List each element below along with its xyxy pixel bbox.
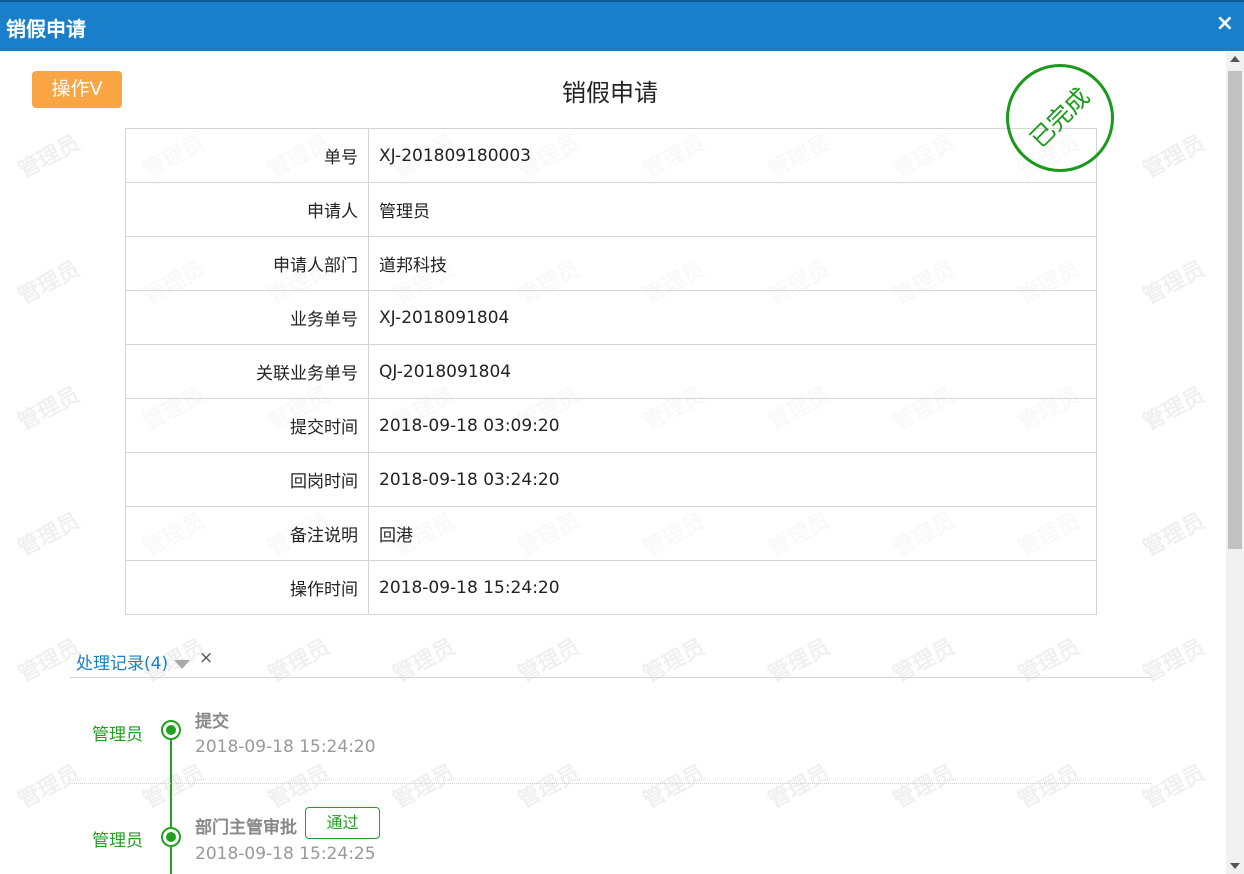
watermark-text: 管理员	[14, 634, 85, 688]
watermark-text: 管理员	[389, 634, 460, 688]
watermark-text: 管理员	[264, 634, 335, 688]
table-row: 操作时间 2018-09-18 15:24:20	[125, 560, 1097, 615]
watermark-text: 管理员	[14, 382, 85, 436]
records-toggle[interactable]: 处理记录(4)	[76, 649, 191, 674]
watermark-text: 管理员	[514, 634, 585, 688]
table-row: 备注说明 回港	[125, 506, 1097, 561]
field-value: XJ-201809180003	[368, 128, 1097, 183]
watermark-text: 管理员	[264, 760, 335, 814]
watermark-text: 管理员	[764, 634, 835, 688]
scroll-down-icon[interactable]	[1230, 863, 1240, 869]
watermark-text: 管理员	[1014, 634, 1085, 688]
approved-badge: 通过	[305, 807, 380, 839]
records-close-icon[interactable]: ×	[199, 648, 213, 668]
record-action: 部门主管审批	[195, 818, 297, 838]
vertical-scrollbar[interactable]	[1226, 51, 1244, 874]
table-row: 业务单号 XJ-2018091804	[125, 290, 1097, 345]
watermark-text: 管理员	[14, 256, 85, 310]
window-title: 销假申请	[6, 17, 86, 41]
timeline-dot-icon	[161, 827, 181, 847]
info-table: 单号 XJ-201809180003 申请人 管理员 申请人部门 道邦科技 业务…	[125, 128, 1097, 615]
table-row: 回岗时间 2018-09-18 03:24:20	[125, 452, 1097, 507]
watermark-text: 管理员	[764, 760, 835, 814]
field-value: 2018-09-18 03:09:20	[368, 398, 1097, 453]
watermark-text: 管理员	[639, 634, 710, 688]
field-value: 管理员	[368, 182, 1097, 237]
watermark-text: 管理员	[1139, 382, 1210, 436]
timeline-dot-icon	[161, 720, 181, 740]
scrollbar-thumb[interactable]	[1228, 71, 1242, 549]
field-label: 回岗时间	[125, 452, 369, 507]
watermark-text: 管理员	[1139, 634, 1210, 688]
watermark-text: 管理员	[139, 760, 210, 814]
window-titlebar: 销假申请 ×	[0, 0, 1244, 51]
record-time: 2018-09-18 15:24:20	[195, 737, 376, 757]
table-row: 申请人部门 道邦科技	[125, 236, 1097, 291]
field-label: 业务单号	[125, 290, 369, 345]
scroll-up-icon[interactable]	[1230, 56, 1240, 62]
watermark-text: 管理员	[14, 508, 85, 562]
table-row: 提交时间 2018-09-18 03:09:20	[125, 398, 1097, 453]
watermark-text: 管理员	[14, 760, 85, 814]
watermark-text: 管理员	[1139, 256, 1210, 310]
field-label: 关联业务单号	[125, 344, 369, 399]
completed-stamp: 已完成	[1006, 64, 1114, 172]
watermark-text: 管理员	[389, 760, 460, 814]
field-value: 2018-09-18 03:24:20	[368, 452, 1097, 507]
watermark-text: 管理员	[14, 130, 85, 184]
table-row: 单号 XJ-201809180003	[125, 128, 1097, 183]
field-value: 2018-09-18 15:24:20	[368, 560, 1097, 615]
watermark-text: 管理员	[1139, 760, 1210, 814]
field-label: 备注说明	[125, 506, 369, 561]
field-value: XJ-2018091804	[368, 290, 1097, 345]
timeline-line	[170, 731, 172, 874]
titlebar-top-strip	[0, 0, 1244, 2]
record-separator	[70, 783, 1151, 784]
table-row: 申请人 管理员	[125, 182, 1097, 237]
caret-down-icon	[174, 659, 191, 669]
record-user: 管理员	[92, 725, 143, 745]
record-action: 提交	[195, 712, 229, 732]
watermark-text: 管理员	[1014, 760, 1085, 814]
watermark-text: 管理员	[889, 760, 960, 814]
field-label: 操作时间	[125, 560, 369, 615]
records-header-label: 处理记录(4)	[76, 654, 169, 674]
watermark-text: 管理员	[514, 760, 585, 814]
watermark-text: 管理员	[1139, 508, 1210, 562]
record-time: 2018-09-18 15:24:25	[195, 844, 376, 864]
watermark-text: 管理员	[639, 760, 710, 814]
table-row: 关联业务单号 QJ-2018091804	[125, 344, 1097, 399]
record-user: 管理员	[92, 831, 143, 851]
field-value: 回港	[368, 506, 1097, 561]
dialog-content: 管理员 管理员 管理员 管理员 管理员 管理员 管理员 管理员 管理员 管理员 管理员 管理员 管理员管…	[0, 51, 1226, 874]
field-label: 申请人部门	[125, 236, 369, 291]
field-label: 申请人	[125, 182, 369, 237]
watermark-text: 管理员	[889, 634, 960, 688]
field-value: 道邦科技	[368, 236, 1097, 291]
close-icon[interactable]: ×	[1216, 12, 1234, 36]
field-label: 单号	[125, 128, 369, 183]
records-divider	[70, 677, 1151, 678]
field-label: 提交时间	[125, 398, 369, 453]
field-value: QJ-2018091804	[368, 344, 1097, 399]
watermark-text: 管理员	[1139, 130, 1210, 184]
